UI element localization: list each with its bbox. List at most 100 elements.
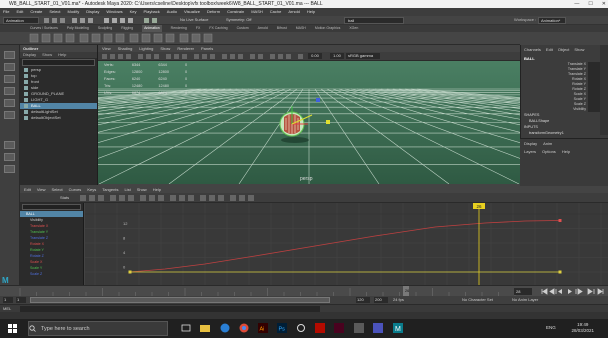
live-surface-label[interactable]: No Live Surface — [180, 17, 208, 22]
language-indicator[interactable]: ENG — [546, 325, 556, 330]
layer-menu-help[interactable]: Help — [562, 149, 570, 154]
channel-menu-channels[interactable]: Channels — [524, 45, 541, 55]
acrobat-icon[interactable] — [315, 323, 325, 333]
range-start2-field[interactable]: 1 — [16, 297, 26, 303]
shelf-tab-fx-caching[interactable]: FX Caching — [209, 25, 227, 32]
outliner-search-input[interactable] — [22, 59, 95, 66]
range-end-field[interactable]: 120 — [356, 297, 370, 303]
playback-controls[interactable] — [540, 287, 606, 296]
graph-menu-keys[interactable]: Keys — [87, 186, 96, 193]
select-tool-icon[interactable] — [4, 51, 15, 59]
menu-file[interactable]: File — [3, 8, 9, 16]
menu-constrain[interactable]: Constrain — [227, 8, 244, 16]
graph-menu-view[interactable]: View — [37, 186, 46, 193]
exposure-field[interactable]: 0.00 — [308, 53, 322, 59]
name-field[interactable]: ball — [344, 17, 404, 24]
move-tool-icon[interactable] — [4, 87, 15, 95]
layer-menu-options[interactable]: Options — [542, 149, 556, 154]
menu-arnold[interactable]: Arnold — [288, 8, 300, 16]
menu-select[interactable]: Select — [49, 8, 60, 16]
time-slider[interactable]: 26 28 — [0, 285, 608, 297]
teams-icon[interactable] — [373, 323, 383, 333]
maximize-icon[interactable]: ☐ — [588, 0, 592, 8]
menu-mash[interactable]: MASH — [251, 8, 263, 16]
menu-set-dropdown[interactable]: Animation — [3, 17, 39, 24]
menu-playback[interactable]: Playback — [144, 8, 160, 16]
channel-menu-show[interactable]: Show — [574, 45, 584, 55]
character-set-dropdown[interactable]: No Character Set — [462, 297, 493, 302]
close-icon[interactable]: ✕ — [602, 0, 606, 8]
range-bar[interactable] — [30, 297, 330, 303]
shelf-tab-poly-modeling[interactable]: Poly Modeling — [67, 25, 89, 32]
menu-visualize[interactable]: Visualize — [184, 8, 200, 16]
graph-menu-list[interactable]: List — [124, 186, 130, 193]
shelf-tab-arnold[interactable]: Arnold — [258, 25, 268, 32]
viewport-menu-view[interactable]: View — [102, 45, 111, 52]
viewport-menu-lighting[interactable]: Lighting — [139, 45, 153, 52]
shelf-tab-xgen[interactable]: XGen — [349, 25, 358, 32]
menu-display[interactable]: Display — [86, 8, 99, 16]
menu-key[interactable]: Key — [130, 8, 137, 16]
layer-tab-display[interactable]: Display — [524, 141, 537, 146]
shelf-tab-sculpting[interactable]: Sculpting — [98, 25, 112, 32]
symmetry-label[interactable]: Symmetry: Off — [226, 17, 251, 22]
minimize-icon[interactable]: — — [574, 0, 579, 8]
shelf-tab-fx[interactable]: FX — [196, 25, 200, 32]
scale-tool-icon[interactable] — [4, 111, 15, 119]
input-name[interactable]: transformGeometry1 — [521, 130, 608, 136]
viewport-menu-renderer[interactable]: Renderer — [177, 45, 194, 52]
settings-icon[interactable] — [296, 323, 306, 333]
graph-menu-curves[interactable]: Curves — [69, 186, 82, 193]
layout-icon[interactable] — [4, 165, 15, 173]
range-end2-field[interactable]: 200 — [374, 297, 388, 303]
paint-select-icon[interactable] — [4, 75, 15, 83]
viewport-menu-show[interactable]: Show — [160, 45, 170, 52]
edge-icon[interactable] — [220, 323, 230, 333]
shelf-tab-bifrost[interactable]: Bifrost — [277, 25, 287, 32]
attribute-side-tabs[interactable] — [600, 45, 608, 135]
graph-menu-select[interactable]: Select — [52, 186, 63, 193]
graph-search-input[interactable] — [22, 204, 81, 210]
shelf-tab-animation[interactable]: Animation — [142, 25, 162, 32]
menu-cache[interactable]: Cache — [270, 8, 282, 16]
graph-view[interactable]: 12 8 4 0 26 — [85, 203, 608, 285]
taskbar-search-input[interactable]: Type here to search — [28, 321, 168, 336]
graph-menu-edit[interactable]: Edit — [24, 186, 31, 193]
menu-windows[interactable]: Windows — [106, 8, 122, 16]
anim-layer-dropdown[interactable]: No Anim Layer — [512, 297, 538, 302]
shelf-tab-custom[interactable]: Custom — [237, 25, 249, 32]
menu-modify[interactable]: Modify — [68, 8, 80, 16]
rotate-tool-icon[interactable] — [4, 99, 15, 107]
curve-item-scale-z[interactable]: Scale Z — [20, 271, 83, 277]
menu-edit[interactable]: Edit — [16, 8, 23, 16]
clock[interactable]: 19:49 28/03/2021 — [571, 322, 594, 334]
channel-row-visibility[interactable]: Visibilityon — [521, 107, 608, 112]
shelf-tab-motion-graphics[interactable]: Motion Graphics — [315, 25, 340, 32]
graph-toolbar-icons[interactable] — [80, 194, 410, 202]
menu-create[interactable]: Create — [30, 8, 42, 16]
graph-menu-tangents[interactable]: Tangents — [102, 186, 118, 193]
outliner-menu-help[interactable]: Help — [58, 52, 66, 58]
menu-audio[interactable]: Audio — [167, 8, 177, 16]
outliner-menu-display[interactable]: Display — [23, 52, 36, 58]
task-view-icon[interactable] — [181, 323, 191, 333]
illustrator-icon[interactable]: Ai — [258, 323, 268, 333]
viewport-menu-shading[interactable]: Shading — [118, 45, 133, 52]
workspace-dropdown[interactable]: Animation* — [538, 17, 566, 24]
indesign-icon[interactable] — [334, 323, 344, 333]
file-explorer-icon[interactable] — [200, 323, 210, 333]
gamma-value-field[interactable]: 1.00 — [330, 53, 344, 59]
single-view-icon[interactable] — [4, 141, 15, 149]
layer-menu-layers[interactable]: Layers — [524, 149, 536, 154]
chrome-icon[interactable] — [239, 323, 249, 333]
viewport-menu-panels[interactable]: Panels — [201, 45, 213, 52]
graph-menu-help[interactable]: Help — [153, 186, 161, 193]
outliner-menu-show[interactable]: Show — [42, 52, 52, 58]
outliner-item-defaultobjectset[interactable]: defaultObjectSet — [20, 115, 97, 121]
shelf-tab-rendering[interactable]: Rendering — [171, 25, 187, 32]
channel-menu-object[interactable]: Object — [558, 45, 570, 55]
four-view-icon[interactable] — [4, 153, 15, 161]
menu-deform[interactable]: Deform — [207, 8, 220, 16]
range-start-field[interactable]: 1 — [3, 297, 13, 303]
maya-taskbar-icon[interactable]: M — [393, 323, 403, 333]
